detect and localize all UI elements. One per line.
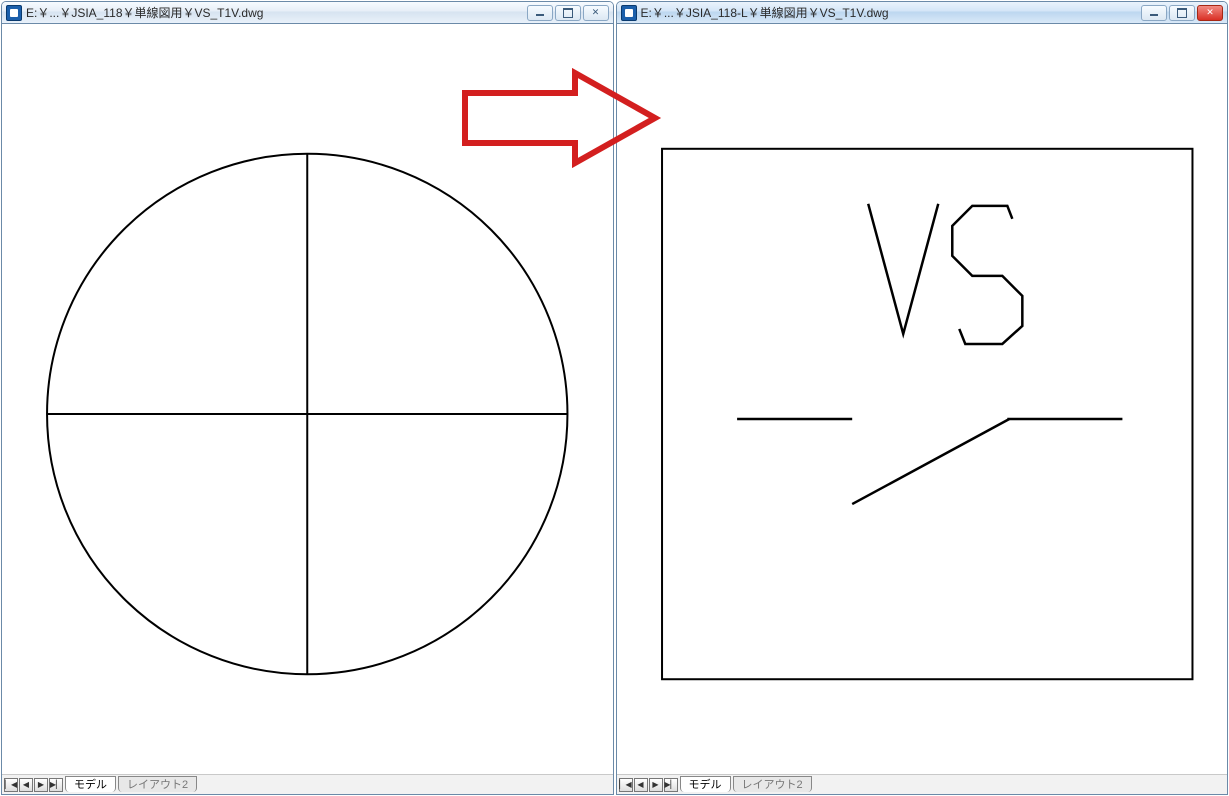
titlebar-left[interactable]: E:￥...￥JSIA_118￥単線図用￥VS_T1V.dwg bbox=[2, 2, 613, 24]
app-icon bbox=[6, 5, 22, 21]
nav-last-button[interactable]: ▶▏ bbox=[49, 778, 63, 792]
nav-prev-button[interactable]: ◀ bbox=[19, 778, 33, 792]
nav-next-button[interactable]: ▶ bbox=[34, 778, 48, 792]
window-title: E:￥...￥JSIA_118￥単線図用￥VS_T1V.dwg bbox=[26, 4, 527, 21]
maximize-button[interactable] bbox=[1169, 5, 1195, 21]
minimize-button[interactable] bbox=[1141, 5, 1167, 21]
nav-prev-button[interactable]: ◀ bbox=[634, 778, 648, 792]
maximize-button[interactable] bbox=[555, 5, 581, 21]
workspace: E:￥...￥JSIA_118￥単線図用￥VS_T1V.dwg ▏◀ ◀ ▶ ▶… bbox=[0, 0, 1229, 796]
nav-next-button[interactable]: ▶ bbox=[649, 778, 663, 792]
tab-model[interactable]: モデル bbox=[680, 776, 731, 792]
close-button[interactable] bbox=[1197, 5, 1223, 21]
app-icon bbox=[621, 5, 637, 21]
doc-window-right: E:￥...￥JSIA_118-L￥単線図用￥VS_T1V.dwg bbox=[616, 1, 1229, 795]
minimize-button[interactable] bbox=[527, 5, 553, 21]
tab-model[interactable]: モデル bbox=[65, 776, 116, 792]
nav-first-button[interactable]: ▏◀ bbox=[4, 778, 18, 792]
statusbar-right: ▏◀ ◀ ▶ ▶▏ モデル レイアウト2 bbox=[617, 774, 1228, 794]
tab-layout[interactable]: レイアウト2 bbox=[733, 776, 812, 792]
nav-last-button[interactable]: ▶▏ bbox=[664, 778, 678, 792]
titlebar-right[interactable]: E:￥...￥JSIA_118-L￥単線図用￥VS_T1V.dwg bbox=[617, 2, 1228, 24]
window-controls bbox=[1141, 5, 1223, 21]
doc-window-left: E:￥...￥JSIA_118￥単線図用￥VS_T1V.dwg ▏◀ ◀ ▶ ▶… bbox=[1, 1, 614, 795]
canvas-right[interactable] bbox=[617, 24, 1228, 774]
statusbar-left: ▏◀ ◀ ▶ ▶▏ モデル レイアウト2 bbox=[2, 774, 613, 794]
nav-first-button[interactable]: ▏◀ bbox=[619, 778, 633, 792]
drawing-left bbox=[2, 24, 613, 774]
window-title: E:￥...￥JSIA_118-L￥単線図用￥VS_T1V.dwg bbox=[641, 4, 1142, 21]
tab-layout[interactable]: レイアウト2 bbox=[118, 776, 197, 792]
canvas-left[interactable] bbox=[2, 24, 613, 774]
window-controls bbox=[527, 5, 609, 21]
close-button[interactable] bbox=[583, 5, 609, 21]
drawing-right bbox=[617, 24, 1228, 774]
